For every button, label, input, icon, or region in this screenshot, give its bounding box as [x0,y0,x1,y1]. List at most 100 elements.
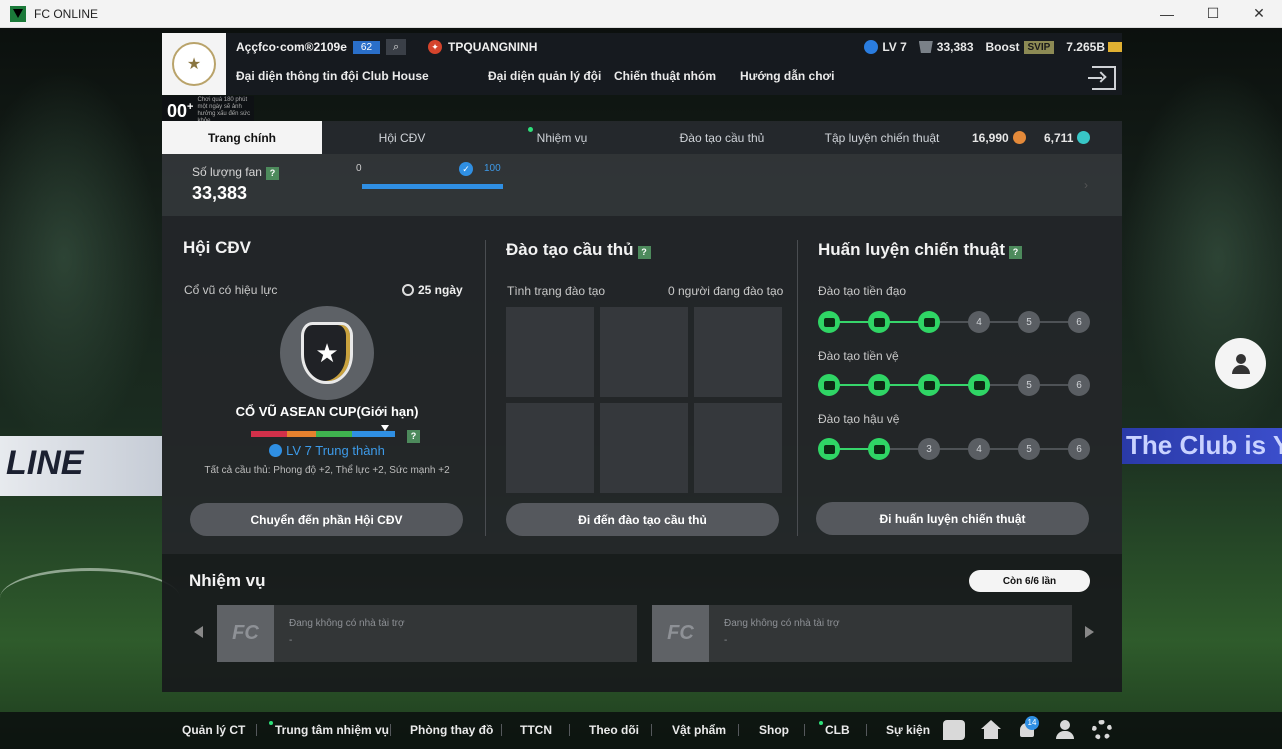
notification-count: 14 [1025,716,1039,730]
drill-step[interactable]: 4 [968,438,990,460]
training-slot[interactable] [600,307,688,397]
chat-button[interactable] [1215,338,1266,389]
drill-step[interactable]: 5 [1018,438,1040,460]
fan-label: Số lượng fan? [192,165,279,180]
nav-team-tactics[interactable]: Chiến thuật nhóm [614,69,716,83]
training-slot[interactable] [506,307,594,397]
bottom-nav-mission-center[interactable]: Trung tâm nhiệm vụ [269,721,389,737]
close-button[interactable]: ✕ [1236,0,1282,28]
bottom-nav-items[interactable]: Vật phẩm [672,723,726,737]
teal-coin-icon [1077,131,1091,144]
cheer-effect: Tất cả cầu thủ: Phong độ +2, Thể lực +2,… [204,465,450,476]
bottom-nav-team-management[interactable]: Quản lý CT [182,723,245,737]
ad-board-left: LINE [0,436,162,496]
gear-icon[interactable] [1092,720,1112,740]
drill-step[interactable]: 5 [1018,374,1040,396]
maximize-button[interactable]: ☐ [1190,0,1236,28]
divider [797,240,798,536]
pitch-line [0,568,180,628]
minimize-button[interactable]: — [1144,0,1190,28]
user-level-badge: 62 [352,40,381,54]
loyalty-level: LV 7 Trung thành [162,443,492,458]
nav-guide[interactable]: Hướng dẫn chơi [740,69,834,83]
drill-complete-icon[interactable] [868,438,890,460]
training-status-label: Tình trạng đào tạo [507,284,606,298]
bottom-nav-club[interactable]: CLB [819,721,850,737]
drill-complete-icon[interactable] [968,374,990,396]
arrow-left-icon[interactable] [194,626,203,638]
drill-step[interactable]: 6 [1068,374,1090,396]
fan-bar-max: 100 [484,163,501,174]
level-icon [269,444,283,457]
bottom-nav-events[interactable]: Sự kiện [886,723,930,737]
arrow-right-icon[interactable] [1085,626,1094,638]
drill-complete-icon[interactable] [818,311,840,333]
drill-complete-icon[interactable] [818,374,840,396]
fan-icon [918,41,933,53]
ad-board-right: The Club is Y [1122,428,1282,464]
fan-progress-fill [362,184,503,189]
drill-step[interactable]: 6 [1068,438,1090,460]
profile-icon[interactable] [1054,720,1076,740]
bottom-nav-follow[interactable]: Theo dõi [589,723,639,737]
drill-step[interactable]: 4 [968,311,990,333]
help-icon[interactable]: ? [407,430,420,443]
training-slot[interactable] [694,403,782,493]
help-icon[interactable]: ? [1009,246,1023,259]
stats-row: LV 7 33,383 Boost SVIP 7.265B [852,36,1122,58]
drill-complete-icon[interactable] [918,311,940,333]
timer-icon [402,284,414,296]
tab-missions[interactable]: Nhiệm vụ [482,121,642,154]
bottom-nav-ttcn[interactable]: TTCN [520,723,552,737]
crowd-left [0,68,160,448]
search-icon[interactable]: ⌕ [386,39,407,55]
drill-complete-icon[interactable] [818,438,840,460]
go-tactics-button[interactable]: Đi huấn luyện chiến thuật [816,502,1089,535]
nav-club-house[interactable]: Club House [362,69,429,83]
fc-logo-icon: FC [652,605,709,662]
tab-supporters[interactable]: Hội CĐV [322,121,482,154]
bottom-nav-locker-room[interactable]: Phòng thay đồ [410,723,493,737]
message-icon[interactable] [943,720,965,740]
help-icon[interactable]: ? [265,167,279,180]
cheer-emblem[interactable]: ★ [280,306,374,400]
drill-label-forward: Đào tạo tiền đạo [818,284,907,298]
bottom-nav-shop[interactable]: Shop [759,723,789,737]
drill-complete-icon[interactable] [868,311,890,333]
boost-label: Boost [985,40,1020,54]
chevron-right-icon[interactable]: › [1084,178,1088,192]
fan-strip: Số lượng fan? 33,383 0 ✓ 100 › [162,154,1122,216]
nav-team-info[interactable]: Đại diện thông tin đội [236,69,359,83]
notification-dot [269,721,273,725]
tab-player-training[interactable]: Đào tạo cầu thủ [642,121,802,154]
training-slot[interactable] [694,307,782,397]
sponsor-card[interactable]: FC Đang không có nhà tài trợ - [217,605,637,662]
go-training-button[interactable]: Đi đến đào tạo cầu thủ [506,503,779,536]
help-icon[interactable]: ? [637,246,651,259]
tab-home[interactable]: Trang chính [162,121,322,154]
home-icon[interactable] [980,720,1002,740]
tab-tactical-training[interactable]: Tập luyện chiến thuật [802,121,962,154]
missions-title: Nhiệm vụ [189,571,266,590]
training-slot[interactable] [600,403,688,493]
exit-icon[interactable] [1088,66,1116,90]
training-slot[interactable] [506,403,594,493]
level-icon [864,40,879,54]
drill-step[interactable]: 6 [1068,311,1090,333]
sponsor-card[interactable]: FC Đang không có nhà tài trợ - [652,605,1072,662]
app-logo-icon [10,5,26,22]
crowd-right [1122,68,1282,448]
drill-step[interactable]: 3 [918,438,940,460]
star-shield-icon: ★ [301,322,353,384]
club-badge-box[interactable]: ★ [162,33,226,95]
nav-manager[interactable]: Đại diện quản lý đội [488,69,601,83]
supporters-title: Hội CĐV [183,238,251,257]
go-supporters-button[interactable]: Chuyển đến phần Hội CĐV [190,503,463,536]
drill-complete-icon[interactable] [918,374,940,396]
team-ovr: 00+ [167,100,194,121]
drill-row-forward: 4 5 6 [818,311,1094,333]
drill-complete-icon[interactable] [868,374,890,396]
drill-row-midfield: 56 [818,374,1094,396]
currency-1: 16,990 [972,121,1026,154]
drill-step[interactable]: 5 [1018,311,1040,333]
